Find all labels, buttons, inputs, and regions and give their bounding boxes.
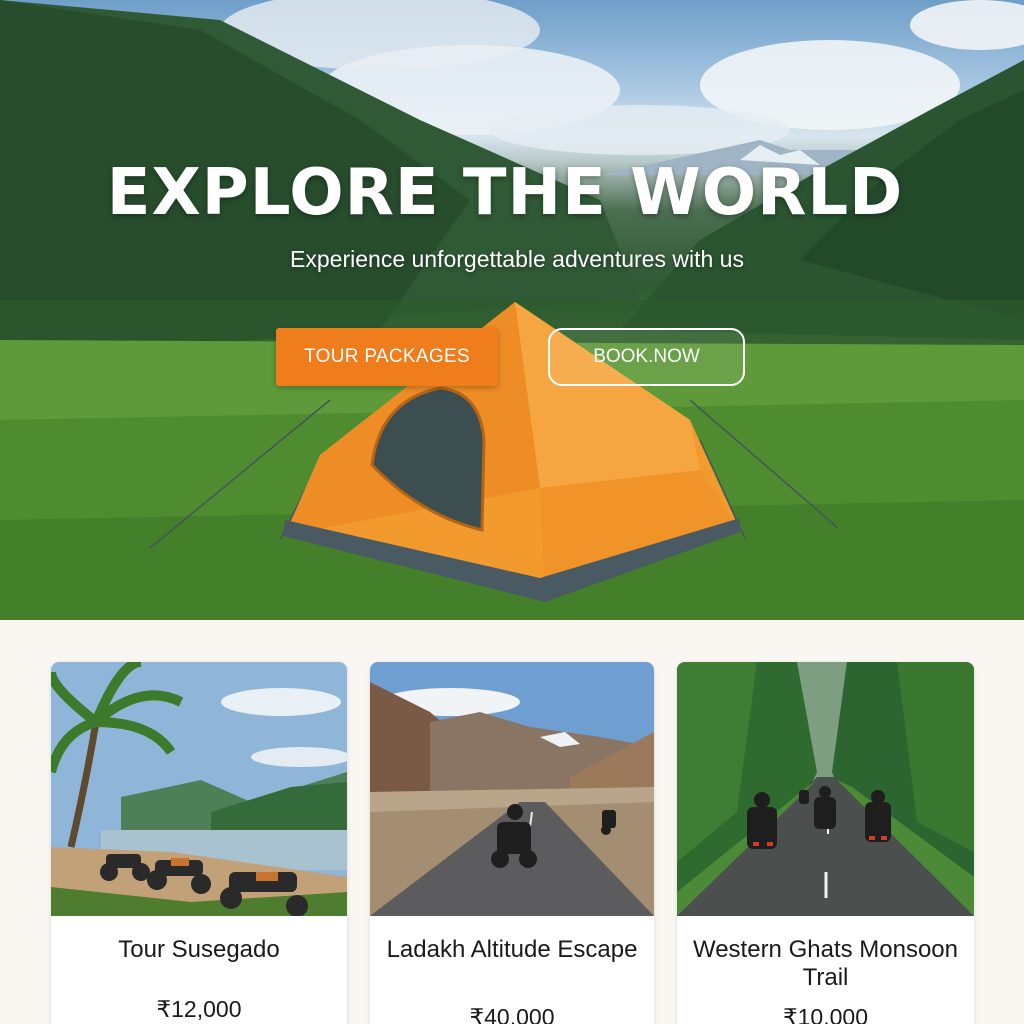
hero-banner: EXPLORE THE WORLD Experience unforgettab… <box>0 0 1024 620</box>
hero-title: EXPLORE THE WORLD <box>106 156 904 230</box>
tour-packages-button[interactable]: TOUR PACKAGES <box>276 328 498 386</box>
hero-subtitle: Experience unforgettable adventures with… <box>290 246 744 272</box>
tour-price: ₹10,000 <box>783 1004 868 1024</box>
tour-title: Western Ghats Monsoon Trail <box>692 936 959 991</box>
tour-cards-section: Tour Susegado ₹12,000 Ladakh Altitude Es… <box>0 620 1024 1024</box>
tour-image-beach <box>51 662 347 916</box>
tour-price: ₹40,000 <box>469 1004 555 1024</box>
tour-card-western-ghats[interactable]: Western Ghats Monsoon Trail ₹10,000 <box>677 662 974 1024</box>
tour-card-ladakh[interactable]: Ladakh Altitude Escape ₹40,000 <box>370 662 654 1024</box>
tour-card-susegado[interactable]: Tour Susegado ₹12,000 <box>51 662 347 1024</box>
hero-background-image <box>0 0 1024 620</box>
tour-title: Tour Susegado <box>118 936 280 963</box>
nav-fragment <box>132 0 362 6</box>
tour-image-forest-road <box>677 662 974 916</box>
tour-title: Ladakh Altitude Escape <box>386 936 638 963</box>
tour-image-mountain-road <box>370 662 654 916</box>
book-now-button[interactable]: BOOK.NOW <box>548 328 745 386</box>
tour-price: ₹12,000 <box>156 996 242 1022</box>
